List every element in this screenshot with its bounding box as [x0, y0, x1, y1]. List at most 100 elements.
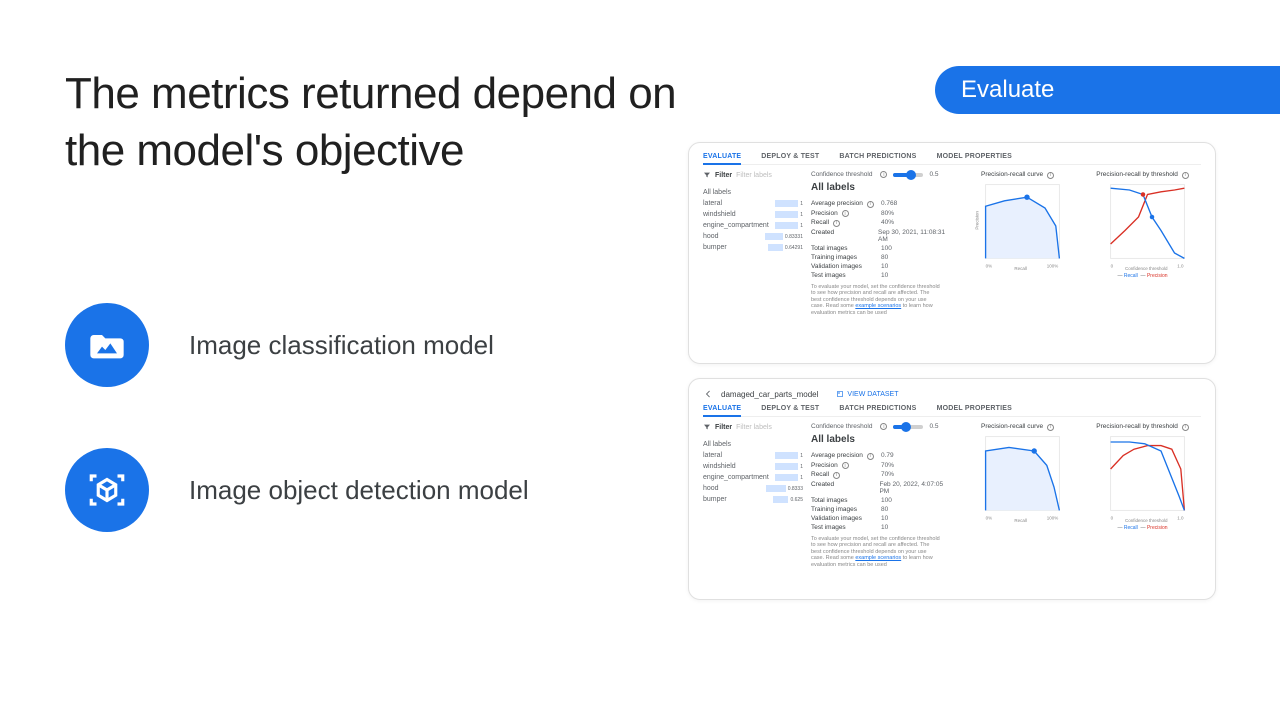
- all-labels-heading: All labels: [811, 182, 953, 193]
- help-link[interactable]: example scenarios: [855, 303, 901, 309]
- tab-batch[interactable]: BATCH PREDICTIONS: [839, 153, 916, 160]
- svg-text:1.0: 1.0: [1177, 263, 1184, 268]
- chart-legend: — Recall — Precision: [1084, 273, 1201, 279]
- metric-row: CreatedSep 30, 2021, 11:08:31 AM: [811, 228, 953, 244]
- filter-placeholder: Filter labels: [736, 424, 772, 431]
- label-row[interactable]: All labels: [703, 439, 803, 450]
- info-icon[interactable]: i: [1182, 424, 1189, 431]
- tab-evaluate[interactable]: EVALUATE: [703, 405, 741, 417]
- metric-row: Total images100: [811, 244, 953, 253]
- tab-evaluate[interactable]: EVALUATE: [703, 153, 741, 165]
- label-row[interactable]: engine_compartment1: [703, 220, 803, 231]
- view-dataset-link[interactable]: VIEW DATASET: [836, 390, 898, 398]
- metric-row: Recall i40%: [811, 218, 953, 228]
- filter-label: Filter: [715, 424, 732, 431]
- tab-batch[interactable]: BATCH PREDICTIONS: [839, 405, 916, 412]
- help-text: To evaluate your model, set the confiden…: [811, 536, 941, 569]
- model-header: damaged_car_parts_model VIEW DATASET: [703, 389, 1201, 399]
- filter-row[interactable]: Filter Filter labels: [703, 423, 803, 431]
- info-icon[interactable]: i: [1047, 424, 1054, 431]
- info-icon[interactable]: i: [1047, 172, 1054, 179]
- metric-row: Total images100: [811, 496, 953, 505]
- svg-text:100%: 100%: [1046, 263, 1058, 268]
- pr-curve-chart: Precision-recall curve i Precision 0% 10…: [959, 171, 1076, 316]
- svg-text:Recall: Recall: [1014, 518, 1027, 523]
- item-label: Image classification model: [189, 330, 494, 361]
- item-label: Image object detection model: [189, 475, 529, 506]
- confidence-label: Confidence threshold: [811, 171, 872, 178]
- tab-props[interactable]: MODEL PROPERTIES: [937, 405, 1012, 412]
- metric-row: Test images10: [811, 523, 953, 532]
- tab-props[interactable]: MODEL PROPERTIES: [937, 153, 1012, 160]
- info-icon[interactable]: i: [880, 171, 887, 178]
- label-row[interactable]: bumper0.625: [703, 494, 803, 505]
- chart-legend: — Recall — Precision: [1084, 525, 1201, 531]
- label-row[interactable]: lateral1: [703, 198, 803, 209]
- item-classification: Image classification model: [65, 303, 494, 387]
- metric-row: Test images10: [811, 271, 953, 280]
- help-text: To evaluate your model, set the confiden…: [811, 284, 941, 317]
- metric-row: CreatedFeb 20, 2022, 4:07:05 PM: [811, 480, 953, 496]
- metric-row: Training images80: [811, 505, 953, 514]
- section-pill: Evaluate: [935, 66, 1280, 114]
- confidence-value: 0.5: [929, 423, 938, 430]
- screenshot-classification-eval: EVALUATE DEPLOY & TEST BATCH PREDICTIONS…: [688, 142, 1216, 364]
- label-row[interactable]: bumper0.64291: [703, 242, 803, 253]
- metric-row: Training images80: [811, 253, 953, 262]
- pr-threshold-chart: Precision-recall by threshold i 0 1.0 Co…: [1084, 171, 1201, 316]
- metrics-block: Average precision i0.79Precision i70%Rec…: [811, 451, 953, 532]
- svg-text:Precision: Precision: [974, 210, 979, 229]
- label-row[interactable]: lateral1: [703, 450, 803, 461]
- confidence-label: Confidence threshold: [811, 423, 872, 430]
- metric-row: Precision i70%: [811, 461, 953, 471]
- filter-label: Filter: [715, 172, 732, 179]
- filter-icon: [703, 423, 711, 431]
- image-folder-icon: [65, 303, 149, 387]
- tab-bar: EVALUATE DEPLOY & TEST BATCH PREDICTIONS…: [703, 153, 1201, 165]
- item-detection: Image object detection model: [65, 448, 529, 532]
- pr-threshold-chart: Precision-recall by threshold i 0 1.0 Co…: [1084, 423, 1201, 568]
- tab-bar: EVALUATE DEPLOY & TEST BATCH PREDICTIONS…: [703, 405, 1201, 417]
- metric-row: Precision i80%: [811, 209, 953, 219]
- metric-row: Validation images10: [811, 262, 953, 271]
- help-link[interactable]: example scenarios: [855, 555, 901, 561]
- metrics-block: Average precision i0.768Precision i80%Re…: [811, 199, 953, 280]
- slide-title: The metrics returned depend on the model…: [65, 65, 715, 179]
- svg-text:100%: 100%: [1046, 515, 1058, 520]
- screenshot-detection-eval: damaged_car_parts_model VIEW DATASET EVA…: [688, 378, 1216, 600]
- label-list: All labelslateral1windshield1engine_comp…: [703, 187, 803, 253]
- filter-row[interactable]: Filter Filter labels: [703, 171, 803, 179]
- filter-icon: [703, 171, 711, 179]
- info-icon[interactable]: i: [1182, 172, 1189, 179]
- pr-curve-chart: Precision-recall curve i 0% 100% Recall: [959, 423, 1076, 568]
- label-row[interactable]: hood0.83331: [703, 231, 803, 242]
- metric-row: Average precision i0.79: [811, 451, 953, 461]
- back-arrow-icon[interactable]: [703, 389, 713, 399]
- svg-text:0%: 0%: [985, 263, 992, 268]
- confidence-slider[interactable]: Confidence threshold i 0.5: [811, 423, 953, 430]
- svg-text:Recall: Recall: [1014, 266, 1027, 271]
- tab-deploy[interactable]: DEPLOY & TEST: [761, 405, 819, 412]
- label-row[interactable]: engine_compartment1: [703, 472, 803, 483]
- info-icon[interactable]: i: [880, 423, 887, 430]
- label-row[interactable]: hood0.8333: [703, 483, 803, 494]
- label-row[interactable]: windshield1: [703, 461, 803, 472]
- label-row[interactable]: windshield1: [703, 209, 803, 220]
- svg-text:Confidence threshold: Confidence threshold: [1125, 266, 1168, 271]
- svg-text:0%: 0%: [985, 515, 992, 520]
- svg-text:0: 0: [1110, 515, 1113, 520]
- model-name: damaged_car_parts_model: [721, 390, 818, 399]
- dataset-icon: [836, 390, 844, 398]
- confidence-value: 0.5: [929, 171, 938, 178]
- label-row[interactable]: All labels: [703, 187, 803, 198]
- confidence-slider[interactable]: Confidence threshold i 0.5: [811, 171, 953, 178]
- tab-deploy[interactable]: DEPLOY & TEST: [761, 153, 819, 160]
- filter-placeholder: Filter labels: [736, 172, 772, 179]
- metric-row: Validation images10: [811, 514, 953, 523]
- svg-text:1.0: 1.0: [1177, 515, 1184, 520]
- label-list: All labelslateral1windshield1engine_comp…: [703, 439, 803, 505]
- metric-row: Recall i70%: [811, 470, 953, 480]
- all-labels-heading: All labels: [811, 434, 953, 445]
- svg-text:0: 0: [1110, 263, 1113, 268]
- cube-scan-icon: [65, 448, 149, 532]
